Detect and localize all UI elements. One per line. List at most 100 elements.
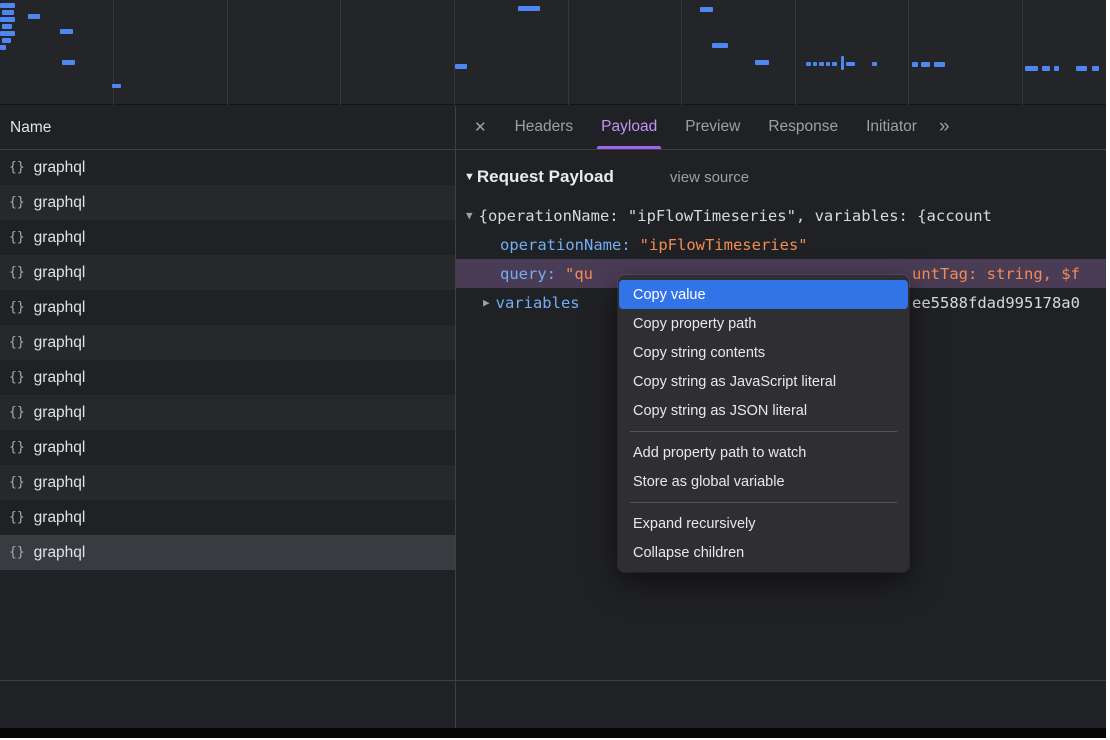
json-braces-icon: {} (9, 370, 25, 385)
request-name: graphql (34, 439, 86, 457)
json-braces-icon: {} (9, 440, 25, 455)
name-column-header[interactable]: Name (0, 106, 455, 150)
timeline-request-bar (1054, 66, 1059, 71)
request-name: graphql (34, 159, 86, 177)
request-row[interactable]: {} graphql (0, 535, 455, 570)
timeline-request-bar (813, 62, 817, 66)
json-braces-icon: {} (9, 300, 25, 315)
timeline-gridline (454, 0, 455, 105)
tab-initiator[interactable]: Initiator (852, 105, 931, 149)
devtools-window: Name {} graphql {} graphql {} graphql {} graphq… (0, 0, 1106, 738)
collapse-triangle-icon[interactable]: ▼ (466, 209, 473, 222)
panel-resize-divider[interactable] (455, 106, 456, 728)
json-braces-icon: {} (9, 195, 25, 210)
tab-response[interactable]: Response (754, 105, 852, 149)
request-name: graphql (34, 544, 86, 562)
timeline-request-bar (912, 62, 918, 67)
timeline-request-bar (1042, 66, 1050, 71)
timeline-request-bar (0, 3, 15, 8)
request-row[interactable]: {}graphql (0, 185, 455, 220)
json-braces-icon: {} (9, 405, 25, 420)
timeline-request-bar (2, 38, 11, 43)
menu-item[interactable]: Copy string contents (619, 338, 908, 367)
request-row[interactable]: {} graphql (0, 465, 455, 500)
timeline-request-bar (28, 14, 40, 19)
menu-item[interactable]: Copy property path (619, 309, 908, 338)
timeline-gridline (681, 0, 682, 105)
timeline-gridline (227, 0, 228, 105)
timeline-request-bar (0, 17, 15, 22)
timeline-request-bar (819, 62, 824, 66)
menu-item[interactable]: Expand recursively (619, 509, 908, 538)
timeline-request-bar (1076, 66, 1087, 71)
request-payload-title: Request Payload (477, 167, 614, 187)
collapse-triangle-icon[interactable]: ▼ (464, 171, 475, 183)
view-source-link[interactable]: view source (670, 169, 749, 186)
detail-tabs: HeadersPayloadPreviewResponseInitiator (501, 105, 931, 149)
request-name: graphql (34, 299, 86, 317)
timeline-gridline (340, 0, 341, 105)
timeline-request-bar (60, 29, 73, 34)
timeline-gridline (795, 0, 796, 105)
request-row[interactable]: {} graphql (0, 290, 455, 325)
timeline-request-bar (921, 62, 930, 67)
timeline-gridline (908, 0, 909, 105)
property-key: operationName: (500, 236, 631, 254)
timeline-request-bar (0, 31, 15, 36)
menu-separator (630, 502, 897, 503)
tab-preview[interactable]: Preview (671, 105, 754, 149)
request-row[interactable]: {} graphql (0, 500, 455, 535)
menu-item[interactable]: Store as global variable (619, 467, 908, 496)
json-braces-icon: {} (9, 545, 25, 560)
root-preview-text: {operationName: "ipFlowTimeseries", vari… (479, 207, 992, 225)
request-row[interactable]: {}graphql (0, 255, 455, 290)
json-braces-icon: {} (9, 335, 25, 350)
timeline-request-bar (1092, 66, 1099, 71)
tab-headers[interactable]: Headers (501, 105, 588, 149)
network-request-panel: Name {} graphql {} graphql {} graphql {} graphq… (0, 106, 455, 728)
detail-tab-bar: ✕ HeadersPayloadPreviewResponseInitiator… (456, 105, 1106, 150)
request-row[interactable]: {} graphql (0, 430, 455, 465)
timeline-request-bar (112, 84, 121, 88)
timeline-request-bar (1025, 66, 1038, 71)
timeline-request-bar (755, 60, 769, 65)
menu-item[interactable]: Copy value (619, 280, 908, 309)
timeline-request-bar (0, 45, 6, 50)
property-value: "qu (565, 265, 593, 283)
payload-root-row[interactable]: ▼ {operationName: "ipFlowTimeseries", var… (456, 201, 1106, 230)
request-row[interactable]: {}graphql (0, 220, 455, 255)
request-name: graphql (34, 474, 86, 492)
more-tabs-icon[interactable]: » (939, 116, 950, 138)
bottom-bar (0, 728, 1106, 738)
request-payload-header: ▼ Request Payload view source (464, 167, 1106, 187)
request-name: graphql (34, 509, 86, 527)
timeline-request-bar (518, 6, 540, 11)
timeline-request-bar (846, 62, 855, 66)
property-key: query: (500, 265, 556, 283)
menu-item[interactable]: Copy string as JavaScript literal (619, 367, 908, 396)
horizontal-divider (0, 680, 1106, 681)
menu-item[interactable]: Add property path to watch (619, 438, 908, 467)
timeline-request-bar (832, 62, 837, 66)
operation-name-row[interactable]: operationName: "ipFlowTimeseries" (456, 230, 1106, 259)
json-braces-icon: {} (9, 475, 25, 490)
timeline-request-bar (2, 24, 12, 29)
close-icon[interactable]: ✕ (456, 118, 501, 136)
request-row[interactable]: {}graphql (0, 395, 455, 430)
timeline-request-bar (700, 7, 713, 12)
tab-payload[interactable]: Payload (587, 105, 671, 149)
request-row[interactable]: {} graphql (0, 360, 455, 395)
expand-triangle-icon[interactable]: ▶ (483, 296, 490, 309)
request-name: graphql (34, 369, 86, 387)
request-name: graphql (34, 229, 86, 247)
timeline-request-bar (841, 56, 844, 70)
network-overview-timeline[interactable] (0, 0, 1106, 105)
timeline-request-bar (806, 62, 811, 66)
property-value: "ipFlowTimeseries" (640, 236, 808, 254)
request-row[interactable]: {}graphql (0, 325, 455, 360)
request-row[interactable]: {}graphql (0, 150, 455, 185)
json-braces-icon: {} (9, 510, 25, 525)
timeline-request-bar (2, 10, 14, 15)
menu-item[interactable]: Copy string as JSON literal (619, 396, 908, 425)
menu-item[interactable]: Collapse children (619, 538, 908, 567)
